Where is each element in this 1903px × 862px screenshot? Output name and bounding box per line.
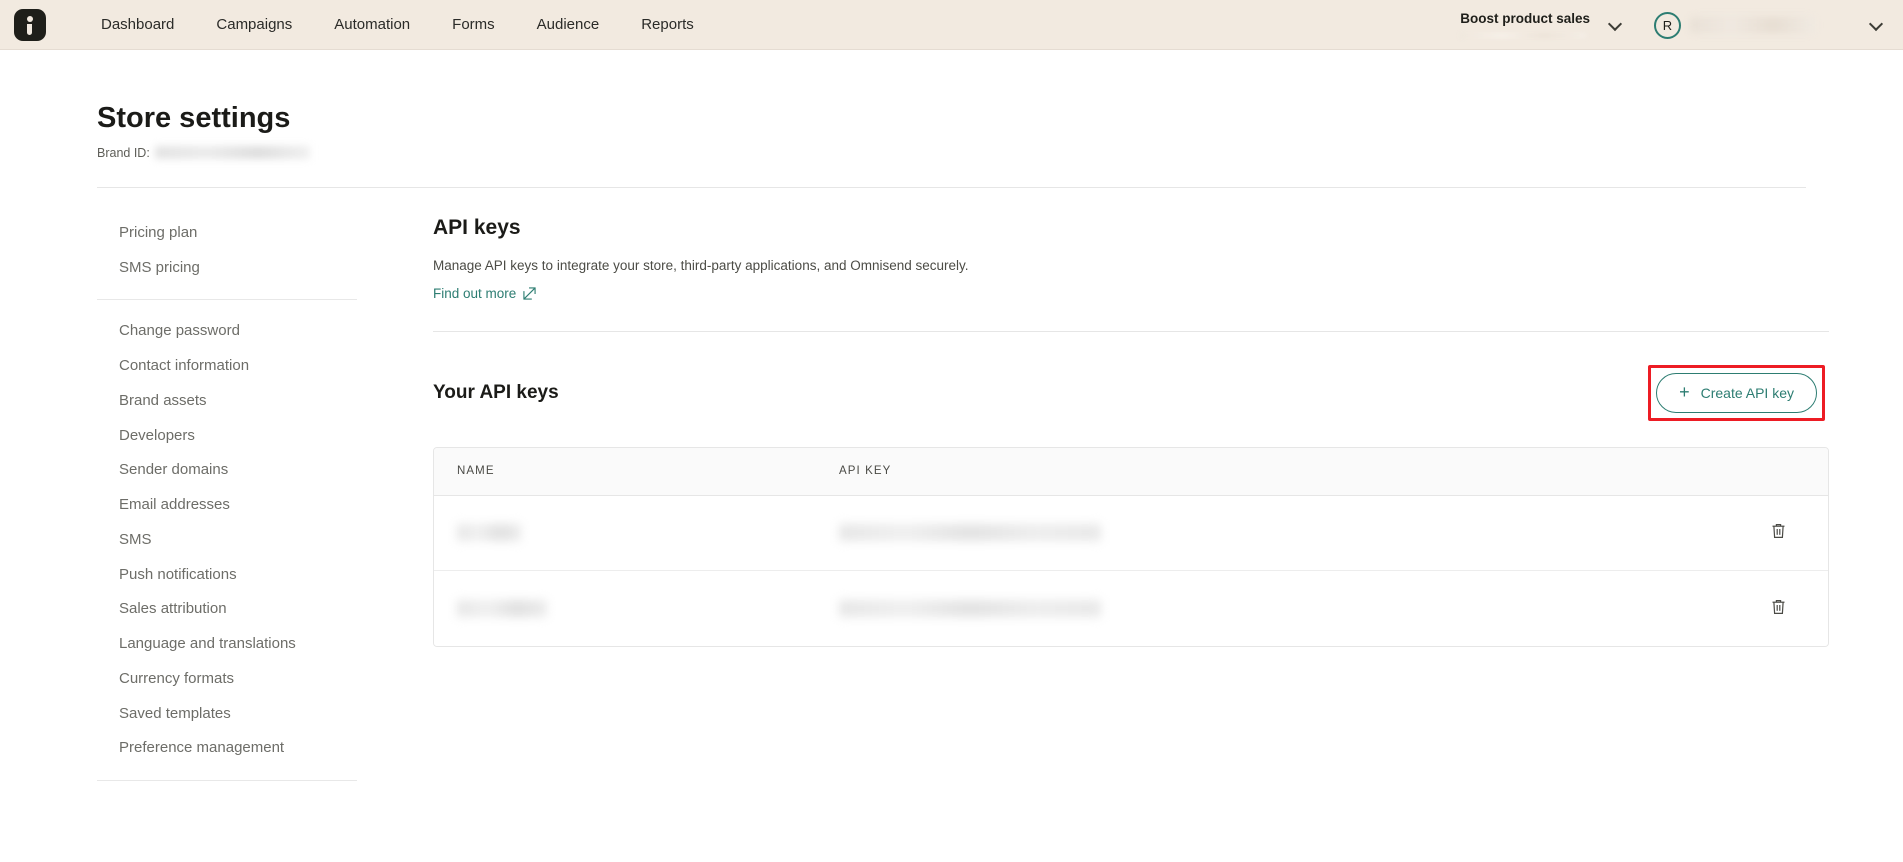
page-title: Store settings (97, 102, 291, 134)
sidebar-item-sales-attribution[interactable]: Sales attribution (97, 592, 365, 627)
sidebar-item-sms-pricing[interactable]: SMS pricing (97, 251, 365, 286)
top-navbar: Dashboard Campaigns Automation Forms Aud… (0, 0, 1903, 50)
name-value-redacted (457, 599, 547, 617)
boost-progress-bar (1460, 32, 1587, 38)
cell-name (434, 599, 839, 617)
nav-item-forms[interactable]: Forms (431, 10, 516, 39)
api-key-value-redacted (839, 524, 1101, 542)
navbar-right-section: Boost product sales R (1460, 0, 1903, 50)
avatar[interactable]: R (1654, 11, 1681, 39)
api-key-value-redacted (839, 599, 1101, 617)
page-header: Store settings Brand ID: (0, 50, 1903, 160)
page-container: Store settings Brand ID: Pricing plan SM… (0, 50, 1903, 795)
column-header-api-key: API KEY (839, 465, 892, 478)
trash-icon (1771, 523, 1786, 542)
delete-api-key-button[interactable] (1765, 520, 1791, 546)
api-keys-panel: API keys Manage API keys to integrate yo… (365, 216, 1829, 795)
brand-id-row: Brand ID: (97, 146, 1903, 160)
sidebar-item-contact-information[interactable]: Contact information (97, 349, 365, 384)
nav-item-dashboard[interactable]: Dashboard (80, 10, 195, 39)
sidebar-item-push-notifications[interactable]: Push notifications (97, 558, 365, 593)
find-out-more-label: Find out more (433, 285, 517, 301)
nav-item-campaigns[interactable]: Campaigns (195, 10, 313, 39)
sidebar-item-change-password[interactable]: Change password (97, 314, 365, 349)
plus-icon: + (1679, 381, 1690, 402)
your-api-keys-header: Your API keys + Create API key (433, 364, 1829, 421)
external-link-icon (523, 287, 536, 300)
sidebar-item-currency-formats[interactable]: Currency formats (97, 662, 365, 697)
nav-item-audience[interactable]: Audience (516, 10, 621, 39)
trash-icon (1771, 599, 1786, 618)
sidebar-group-billing: Pricing plan SMS pricing (97, 216, 365, 286)
sidebar-group-settings: Change password Contact information Bran… (97, 314, 365, 766)
sidebar-divider-top (97, 299, 357, 301)
sidebar-item-preference-management[interactable]: Preference management (97, 731, 365, 766)
cell-actions (1728, 520, 1828, 546)
nav-item-automation[interactable]: Automation (313, 10, 431, 39)
account-name-redacted (1690, 17, 1815, 33)
section-heading-api-keys: API keys (433, 215, 521, 239)
delete-api-key-button[interactable] (1765, 595, 1791, 621)
boost-product-sales-widget[interactable]: Boost product sales (1460, 0, 1590, 50)
logo-stem (27, 23, 32, 35)
table-row[interactable] (434, 495, 1828, 571)
create-api-key-label: Create API key (1700, 384, 1794, 401)
omnisend-logo-icon[interactable] (14, 8, 46, 41)
your-api-keys-title: Your API keys (433, 381, 559, 403)
cell-api-key (839, 524, 1728, 542)
sidebar-divider-bottom (97, 780, 357, 782)
sidebar-item-email-addresses[interactable]: Email addresses (97, 488, 365, 523)
boost-product-sales-label: Boost product sales (1460, 11, 1590, 27)
section-description: Manage API keys to integrate your store,… (433, 257, 969, 273)
find-out-more-link[interactable]: Find out more (433, 286, 536, 301)
body-layout: Pricing plan SMS pricing Change password… (0, 188, 1903, 795)
cell-name (434, 524, 839, 542)
brand-id-label: Brand ID: (97, 145, 150, 160)
sidebar-item-pricing-plan[interactable]: Pricing plan (97, 216, 365, 251)
column-header-name: NAME (457, 465, 495, 478)
boost-chevron-down-icon[interactable] (1604, 14, 1626, 36)
api-keys-table: NAME API KEY (433, 446, 1829, 647)
sidebar-item-brand-assets[interactable]: Brand assets (97, 384, 365, 419)
create-api-key-button[interactable]: + Create API key (1656, 372, 1817, 413)
sidebar-item-developers[interactable]: Developers (97, 419, 365, 454)
sidebar-item-sender-domains[interactable]: Sender domains (97, 453, 365, 488)
name-value-redacted (457, 524, 521, 542)
table-header-row: NAME API KEY (434, 447, 1828, 496)
account-chevron-down-icon[interactable] (1865, 14, 1887, 36)
sidebar-item-saved-templates[interactable]: Saved templates (97, 697, 365, 732)
create-api-key-highlight: + Create API key (1648, 364, 1825, 421)
settings-sidebar: Pricing plan SMS pricing Change password… (97, 216, 365, 795)
sidebar-item-language-and-translations[interactable]: Language and translations (97, 627, 365, 662)
sidebar-item-sms[interactable]: SMS (97, 523, 365, 558)
logo-dot (27, 15, 33, 22)
brand-id-value-redacted (154, 146, 310, 160)
api-keys-section-divider (433, 330, 1829, 332)
cell-api-key (839, 599, 1728, 617)
primary-nav: Dashboard Campaigns Automation Forms Aud… (80, 10, 715, 39)
cell-actions (1728, 595, 1828, 621)
nav-item-reports[interactable]: Reports (620, 10, 715, 39)
table-row[interactable] (434, 570, 1828, 646)
